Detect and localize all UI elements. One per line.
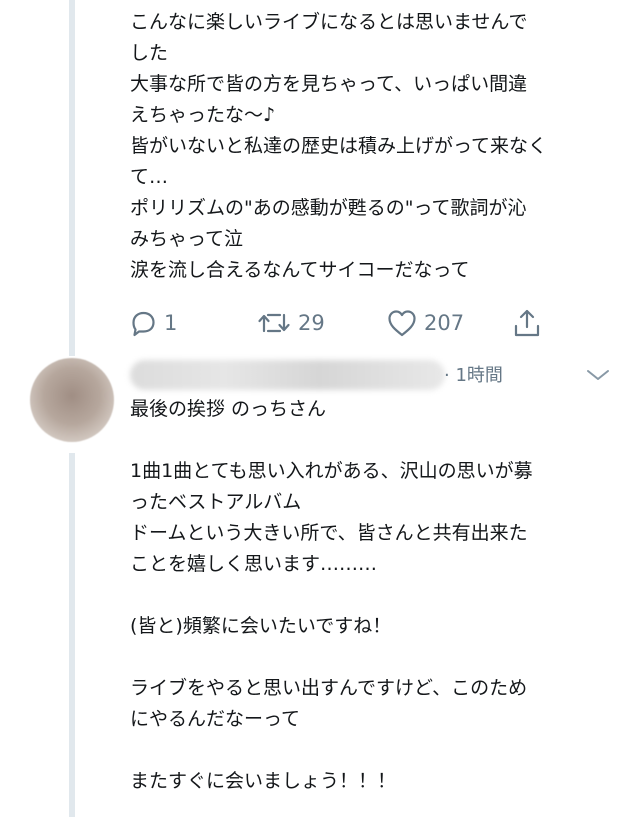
tweet-timestamp[interactable]: · 1時間 — [444, 363, 503, 389]
tweet-actions: 1 29 207 — [128, 306, 558, 340]
like-icon — [386, 308, 418, 338]
user-name-redacted[interactable] — [130, 360, 445, 390]
tweet-menu-button[interactable] — [585, 366, 611, 386]
share-icon — [512, 307, 542, 339]
tweet-text: こんなに楽しいライブになるとは思いませんで した 大事な所で皆の方を見ちゃって、… — [130, 11, 548, 281]
reply-button[interactable]: 1 — [128, 306, 177, 340]
reply-count: 1 — [164, 311, 178, 335]
avatar[interactable] — [30, 358, 114, 442]
thread-connector-top — [69, 0, 75, 356]
retweet-button[interactable]: 29 — [256, 306, 325, 340]
thread-connector-bottom — [69, 453, 75, 817]
retweet-count: 29 — [298, 311, 325, 335]
share-button[interactable] — [512, 306, 542, 340]
like-count: 207 — [424, 311, 465, 335]
chevron-down-icon — [586, 367, 610, 386]
retweet-icon — [256, 308, 292, 338]
like-button[interactable]: 207 — [386, 306, 464, 340]
reply-icon — [128, 308, 158, 338]
reply-tweet-text: 最後の挨拶 のっちさん 1曲1曲とても思い入れがある、沢山の思いが募 ったベスト… — [130, 398, 533, 792]
